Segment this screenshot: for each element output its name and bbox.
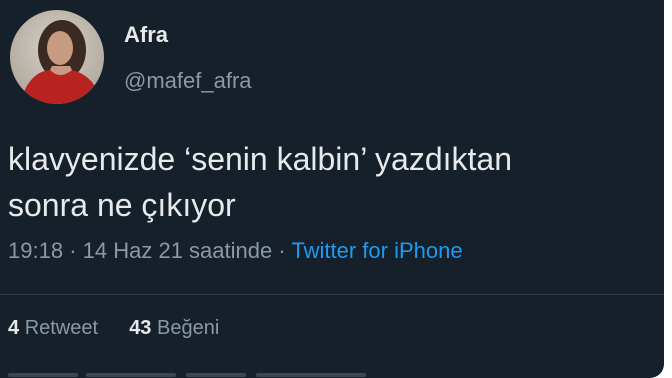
- meta-separator: ·: [69, 238, 77, 263]
- tweet-card: Afra @mafef_afra klavyenizde ‘senin kalb…: [0, 0, 664, 378]
- meta-separator: ·: [278, 238, 286, 263]
- like-count: 43: [129, 317, 152, 339]
- likes-stat[interactable]: 43 Beğeni: [129, 317, 219, 339]
- tweet-meta: 19:18 · 14 Haz 21 saatinde · Twitter for…: [8, 238, 463, 264]
- profile-photo-icon: [10, 10, 104, 104]
- tweet-time[interactable]: 19:18: [8, 238, 63, 263]
- tweet-source-link[interactable]: Twitter for iPhone: [291, 238, 462, 263]
- divider: [0, 294, 664, 295]
- tweet-stats: 4 Retweet 43 Beğeni: [8, 317, 219, 340]
- tweet-text-line: klavyenizde ‘senin kalbin’ yazdıktan: [8, 141, 512, 177]
- retweet-label: Retweet: [24, 317, 99, 339]
- cut-off-row: [0, 370, 420, 378]
- display-name[interactable]: Afra: [124, 22, 168, 48]
- tweet-date[interactable]: 14 Haz 21 saatinde: [83, 238, 273, 263]
- avatar[interactable]: [10, 10, 104, 104]
- tweet-text-line: sonra ne çıkıyor: [8, 187, 236, 223]
- retweets-stat[interactable]: 4 Retweet: [8, 317, 104, 339]
- user-handle[interactable]: @mafef_afra: [124, 68, 252, 94]
- like-label: Beğeni: [157, 317, 220, 339]
- tweet-text: klavyenizde ‘senin kalbin’ yazdıktan son…: [8, 136, 648, 228]
- retweet-count: 4: [8, 317, 20, 339]
